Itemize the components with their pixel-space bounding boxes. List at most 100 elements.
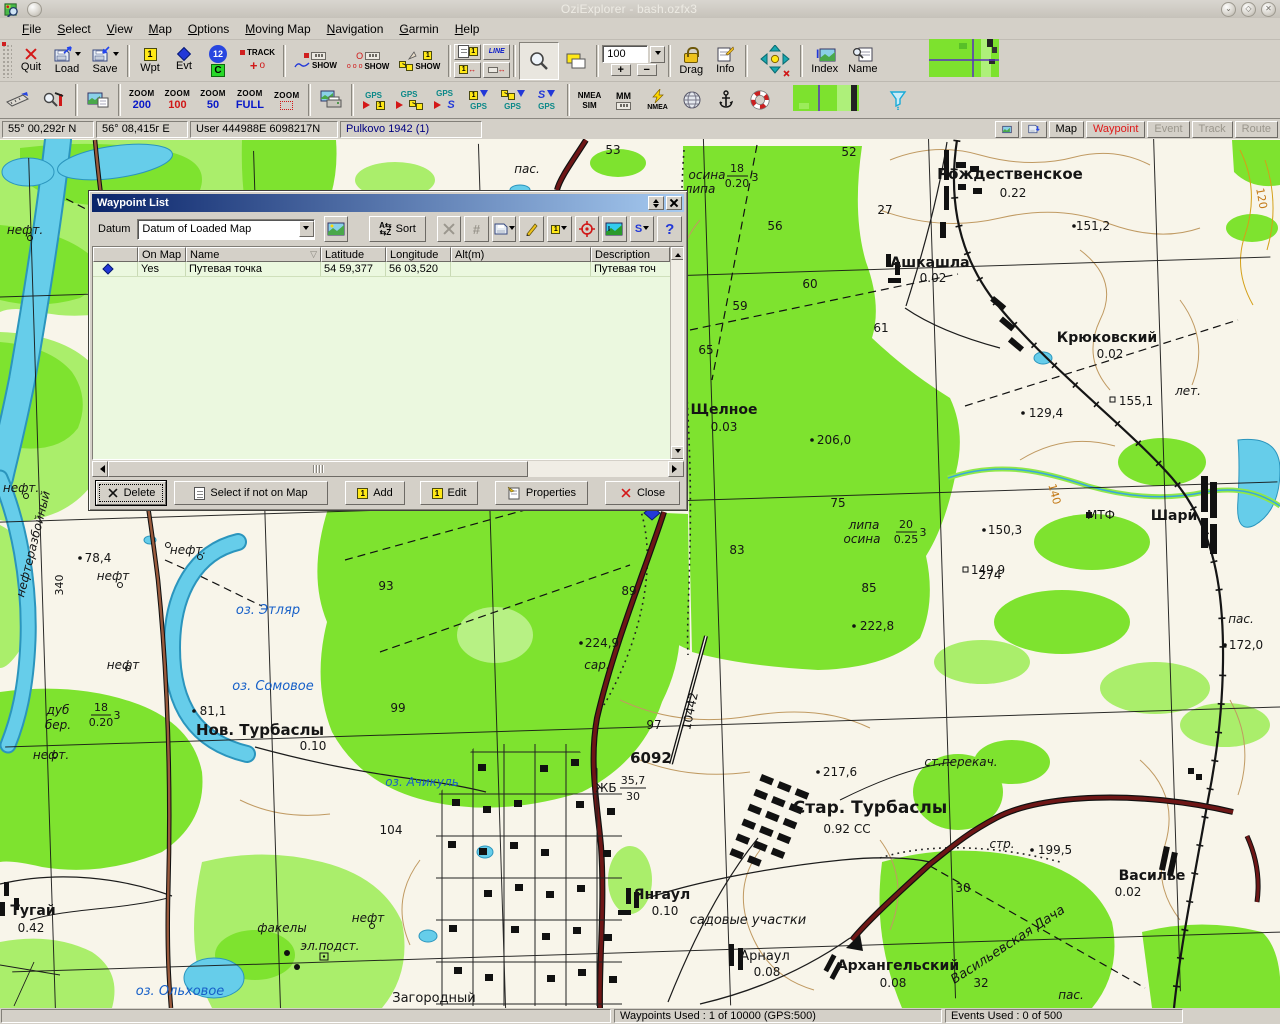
- magnify-mode-button[interactable]: [519, 42, 559, 80]
- help-button[interactable]: ?: [657, 216, 682, 242]
- waypoint-range-button[interactable]: 1↔: [454, 62, 481, 78]
- tab-event[interactable]: Event: [1147, 121, 1189, 138]
- gps-upload-waypoints-button[interactable]: GPS 1: [357, 84, 391, 116]
- waypoint-list-button[interactable]: 1: [454, 44, 481, 60]
- edit-button[interactable]: 1 Edit: [420, 481, 478, 505]
- nmea-simulator-button[interactable]: NMEA SIM: [573, 84, 607, 116]
- minimize-icon[interactable]: ⌄: [1221, 2, 1236, 17]
- close-icon[interactable]: ✕: [1261, 2, 1276, 17]
- gps-upload-routes-button[interactable]: GPS: [391, 84, 428, 116]
- save-button[interactable]: Save: [86, 42, 124, 80]
- load-button[interactable]: Load: [48, 42, 86, 80]
- col-icon[interactable]: [93, 247, 138, 262]
- window-titlebar[interactable]: OziExplorer - bash.ozfx3 ⌄ ◇ ✕: [0, 0, 1280, 18]
- gps-download-waypoints-button[interactable]: 1 GPS: [462, 84, 496, 116]
- write-text-button[interactable]: [519, 216, 544, 242]
- waypoint-options-button[interactable]: 1: [547, 216, 572, 242]
- menu-help[interactable]: Help: [447, 20, 488, 38]
- filter-button[interactable]: [881, 84, 915, 116]
- pan-arrows-pad[interactable]: [751, 42, 797, 80]
- globe-button[interactable]: [675, 84, 709, 116]
- zoom-level-select[interactable]: 100: [602, 45, 648, 63]
- show-events-button[interactable]: O o o o SHOW: [342, 42, 394, 80]
- zoom-50-button[interactable]: ZOOM 50: [195, 84, 231, 116]
- grid-button-disabled[interactable]: #: [464, 216, 489, 242]
- table-horizontal-scrollbar[interactable]: [92, 461, 684, 477]
- overview-map-thumbnail[interactable]: [929, 39, 999, 77]
- moving-map-button[interactable]: MM: [607, 84, 641, 116]
- table-row[interactable]: Yes Путевая точка 54 59,377 56 03,520 Пу…: [93, 262, 683, 277]
- zoom-200-button[interactable]: ZOOM 200: [124, 84, 160, 116]
- map-image-tool-button[interactable]: [995, 121, 1019, 138]
- properties-button[interactable]: Properties: [495, 481, 588, 505]
- print-map-button[interactable]: [314, 84, 348, 116]
- windows-button[interactable]: [559, 42, 593, 80]
- gps-upload-tracks-button[interactable]: GPS S: [428, 84, 462, 116]
- line-tool-button[interactable]: LINE: [483, 44, 510, 60]
- symbol-set-button[interactable]: S: [630, 216, 655, 242]
- table-vertical-scrollbar[interactable]: [670, 247, 683, 459]
- add-button[interactable]: 1 Add: [345, 481, 405, 505]
- event-create-button[interactable]: Evt: [167, 42, 201, 80]
- goto-waypoint-button[interactable]: [575, 216, 600, 242]
- sort-button[interactable]: A⇆⇆Z Sort: [369, 216, 425, 242]
- help-lifebuoy-button[interactable]: [743, 84, 777, 116]
- gps-download-tracks-button[interactable]: S GPS: [530, 84, 564, 116]
- menu-file[interactable]: File: [14, 20, 49, 38]
- col-longitude[interactable]: Longitude: [386, 247, 451, 262]
- dialog-close-button[interactable]: [666, 196, 682, 210]
- track-control-button[interactable]: TRACK + o: [235, 42, 280, 80]
- toolbar-grip[interactable]: [2, 44, 12, 78]
- dialog-titlebar[interactable]: Waypoint List: [92, 194, 684, 212]
- map-image-button[interactable]: [81, 84, 115, 116]
- maximize-icon[interactable]: ◇: [1241, 2, 1256, 17]
- range-button[interactable]: ↔: [483, 62, 510, 78]
- menu-view[interactable]: View: [99, 20, 141, 38]
- map-view-button[interactable]: [324, 216, 349, 242]
- map-tools-button[interactable]: [36, 84, 72, 116]
- menu-select[interactable]: Select: [49, 20, 98, 38]
- scroll-left-button[interactable]: [92, 461, 108, 477]
- menu-options[interactable]: Options: [180, 20, 237, 38]
- tab-route[interactable]: Route: [1235, 121, 1278, 138]
- zoom-in-button[interactable]: +: [611, 64, 631, 76]
- drag-map-button[interactable]: Drag: [674, 42, 708, 80]
- scrollbar-thumb[interactable]: [108, 461, 528, 477]
- tab-map[interactable]: Map: [1049, 121, 1084, 138]
- zoom-full-button[interactable]: ZOOM FULL: [231, 84, 269, 116]
- datum-select[interactable]: Datum of Loaded Map: [137, 219, 314, 240]
- zoom-100-button[interactable]: ZOOM 100: [160, 84, 196, 116]
- save-waypoints-button[interactable]: [492, 216, 517, 242]
- delete-all-button-disabled[interactable]: [437, 216, 462, 242]
- map-calibration-button[interactable]: [0, 84, 36, 116]
- map-feature-buttons[interactable]: 12 C: [201, 42, 235, 80]
- menu-moving-map[interactable]: Moving Map: [237, 20, 318, 38]
- show-tracks-button[interactable]: SHOW: [289, 42, 342, 80]
- window-menu-button[interactable]: [27, 2, 42, 17]
- show-on-map-button[interactable]: I: [602, 216, 627, 242]
- anchor-button[interactable]: [709, 84, 743, 116]
- zoom-dropdown-button[interactable]: [650, 46, 665, 63]
- tab-waypoint[interactable]: Waypoint: [1086, 121, 1145, 138]
- menu-map[interactable]: Map: [141, 20, 180, 38]
- waypoint-create-button[interactable]: 1 Wpt: [133, 42, 167, 80]
- close-button[interactable]: Close: [605, 481, 680, 505]
- quit-button[interactable]: Quit: [14, 42, 48, 80]
- col-latitude[interactable]: Latitude: [321, 247, 386, 262]
- nmea-button[interactable]: NMEA: [641, 84, 675, 116]
- menu-navigation[interactable]: Navigation: [319, 20, 392, 38]
- zoom-window-button[interactable]: ZOOM: [269, 84, 305, 116]
- delete-button[interactable]: Delete: [96, 481, 166, 505]
- scroll-right-button[interactable]: [668, 461, 684, 477]
- select-if-not-on-map-button[interactable]: Select if not on Map: [174, 481, 328, 505]
- col-alt[interactable]: Alt(m): [451, 247, 591, 262]
- rollup-button[interactable]: [648, 196, 664, 210]
- name-search-button[interactable]: Name: [843, 42, 882, 80]
- overview-strip-thumbnail[interactable]: [793, 85, 859, 111]
- waypoint-table[interactable]: On Map Name▽ Latitude Longitude Alt(m) D…: [92, 246, 684, 460]
- col-description[interactable]: Description: [591, 247, 670, 262]
- save-position-button[interactable]: [1021, 121, 1047, 138]
- col-on-map[interactable]: On Map: [138, 247, 186, 262]
- show-waypoints-button[interactable]: 1 SHOW: [394, 42, 445, 80]
- info-button[interactable]: Info: [708, 42, 742, 80]
